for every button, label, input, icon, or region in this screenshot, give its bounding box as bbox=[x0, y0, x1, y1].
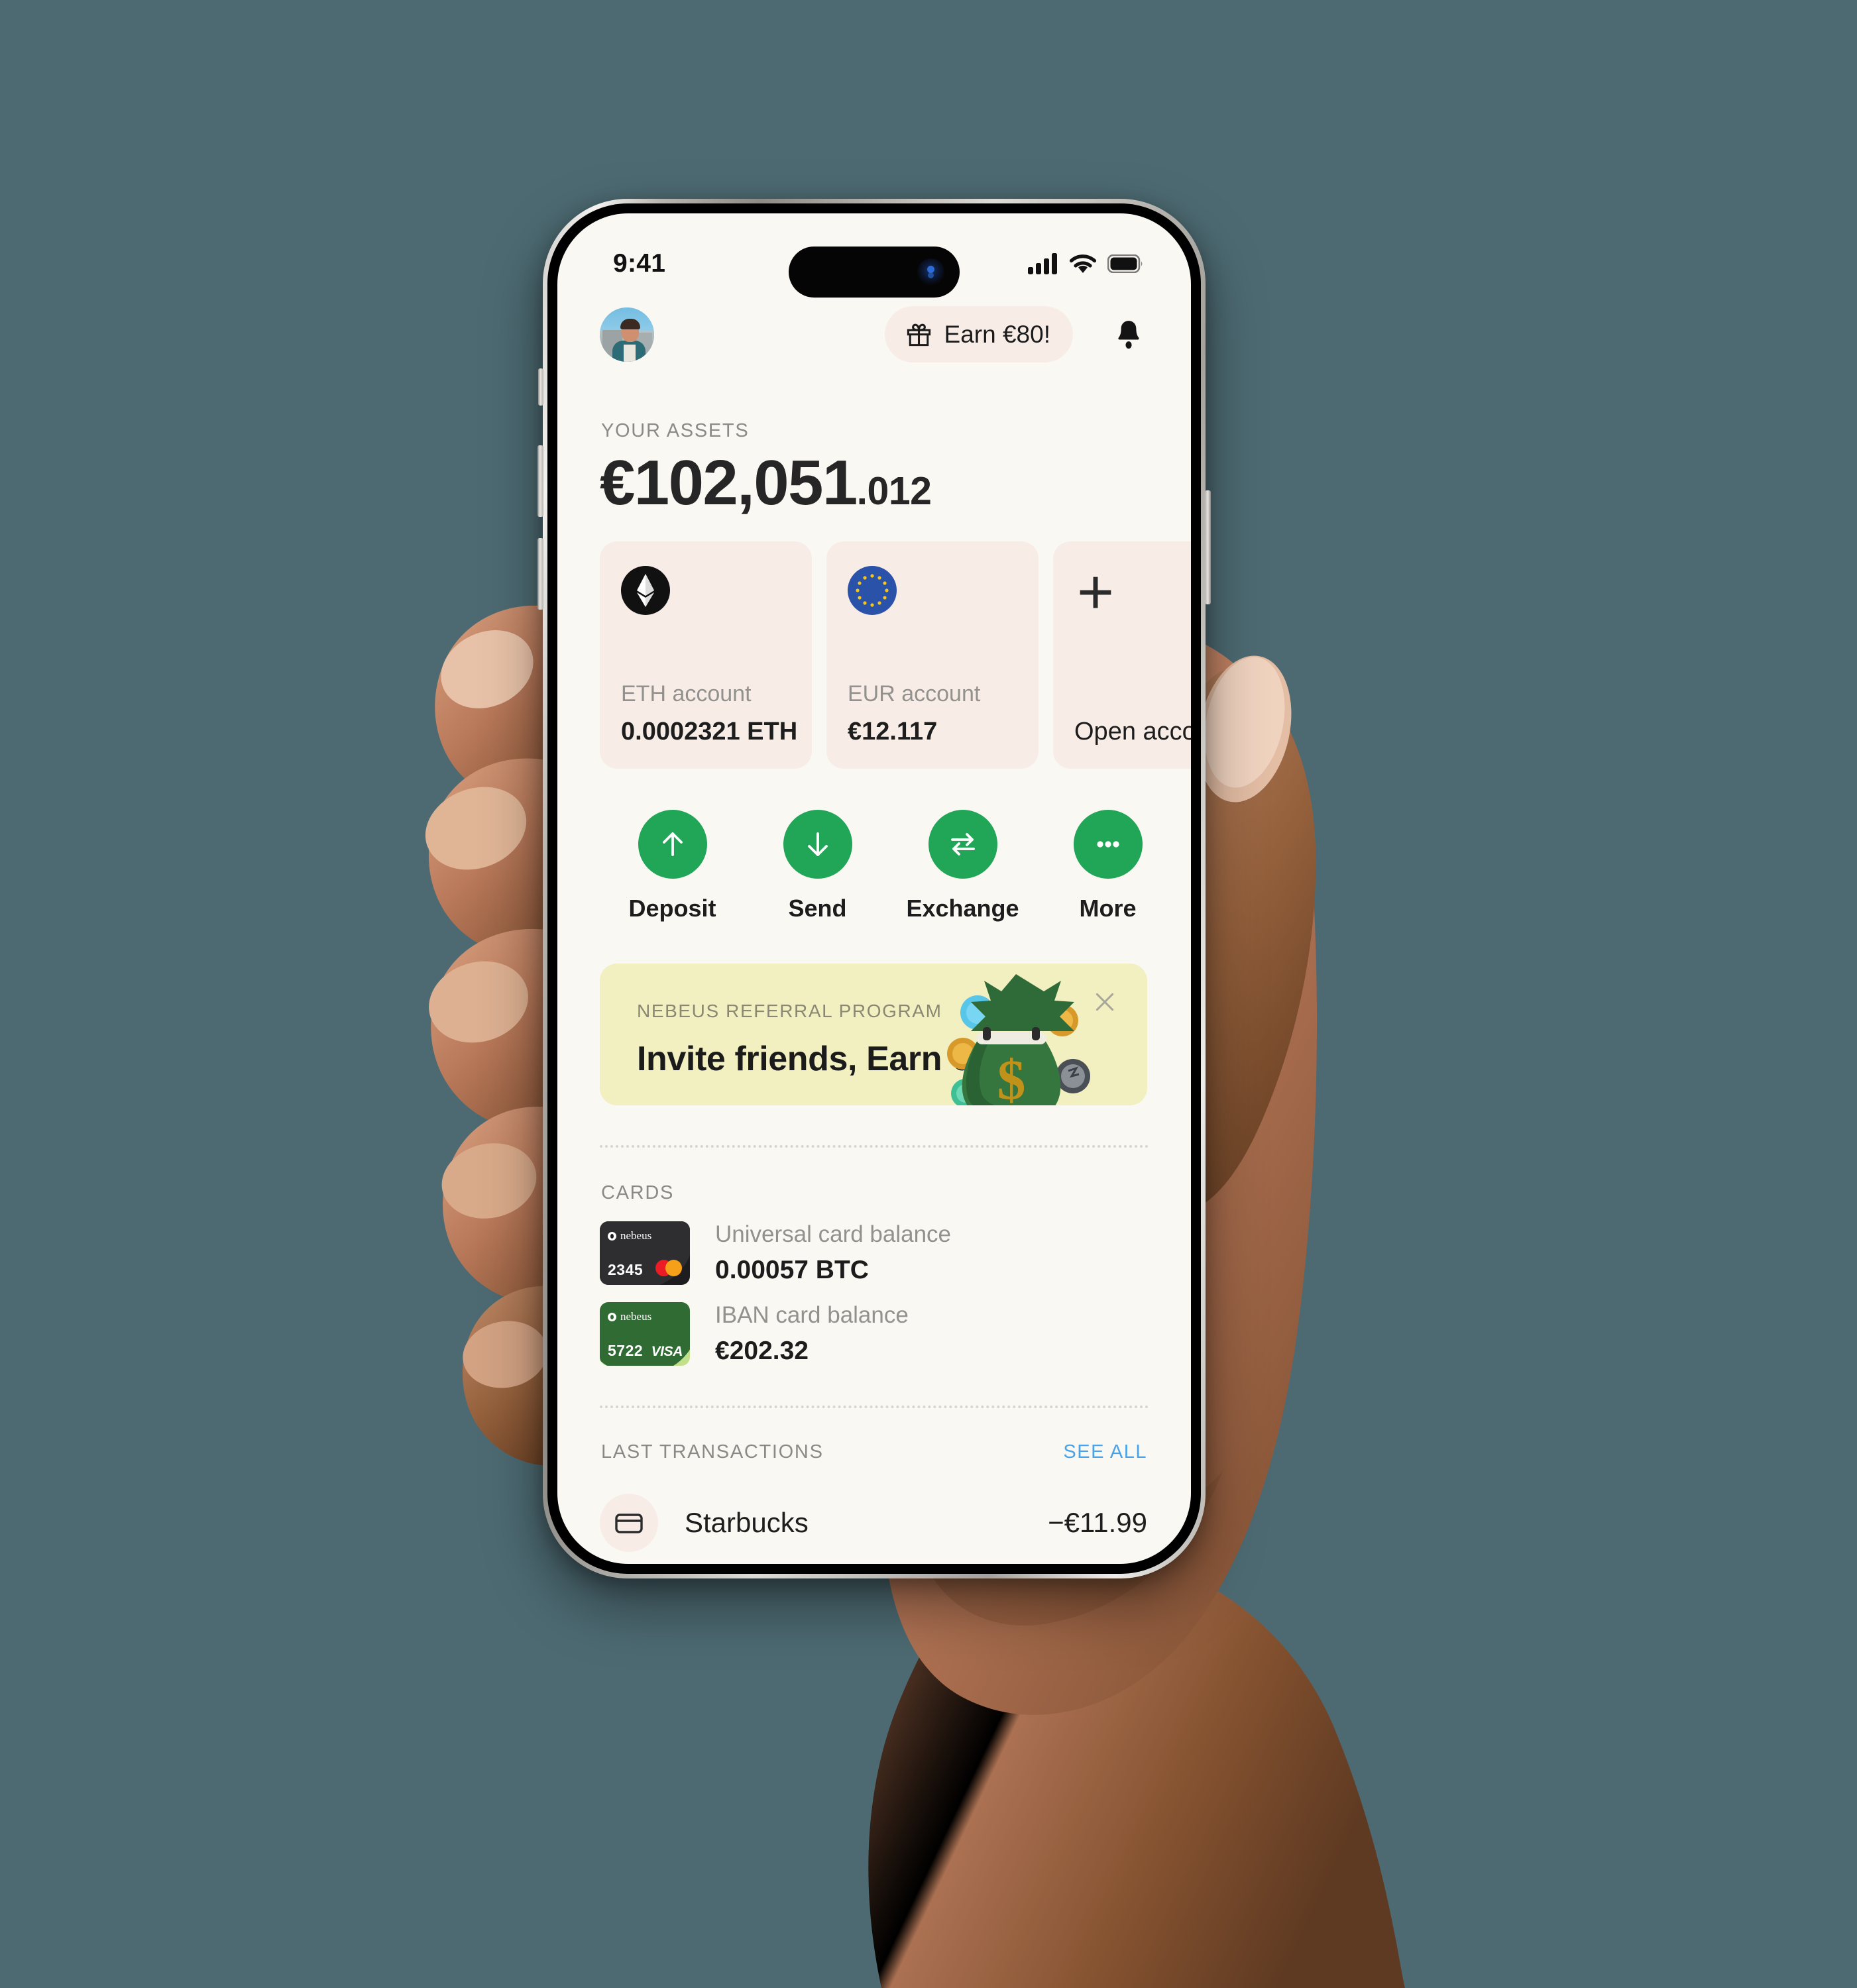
transaction-name: Starbucks bbox=[685, 1507, 809, 1538]
referral-banner[interactable]: NEBEUS REFERRAL PROGRAM Invite friends, … bbox=[600, 964, 1147, 1105]
front-camera-icon bbox=[917, 258, 944, 286]
more-label: More bbox=[1079, 895, 1137, 922]
earn-reward-button[interactable]: Earn €80! bbox=[884, 306, 1073, 362]
notifications-button[interactable] bbox=[1110, 314, 1147, 355]
deposit-button[interactable]: Deposit bbox=[600, 810, 745, 922]
total-balance: €102,051 .012 bbox=[557, 442, 1191, 515]
account-card-eth[interactable]: ETH account 0.0002321 ETH bbox=[600, 541, 812, 769]
bell-icon bbox=[1118, 320, 1139, 349]
universal-card-thumbnail: nebeus 2345 bbox=[600, 1221, 690, 1285]
accounts-carousel[interactable]: ETH account 0.0002321 ETH EUR account €1… bbox=[557, 515, 1191, 769]
balance-decimals: .012 bbox=[856, 469, 932, 513]
account-name: ETH account bbox=[621, 681, 752, 706]
avatar[interactable] bbox=[600, 307, 654, 362]
transaction-amount: −€11.99 bbox=[1048, 1507, 1147, 1538]
quick-actions: Deposit Send Exchange More bbox=[557, 769, 1191, 922]
signal-bars-icon bbox=[1028, 253, 1057, 274]
exchange-label: Exchange bbox=[906, 895, 1019, 922]
iban-card-thumbnail: nebeus 5722 VISA bbox=[600, 1302, 690, 1366]
card-last4: 2345 bbox=[608, 1261, 644, 1278]
card-balance-amount: €202.32 bbox=[715, 1337, 809, 1365]
arrow-down-icon bbox=[807, 832, 828, 856]
deposit-label: Deposit bbox=[628, 895, 716, 922]
swap-arrows-icon bbox=[950, 833, 975, 856]
transactions-section-header: LAST TRANSACTIONS SEE ALL bbox=[557, 1408, 1191, 1463]
mastercard-icon bbox=[655, 1260, 682, 1276]
card-row-universal[interactable]: nebeus 2345 Universal card balance 0.000… bbox=[557, 1204, 1191, 1285]
send-label: Send bbox=[788, 895, 847, 922]
phone-device: 9:41 Earn €80! YOUR ASSETS €102,051 .012… bbox=[543, 199, 1206, 1578]
exchange-button[interactable]: Exchange bbox=[890, 810, 1035, 922]
transaction-row[interactable]: Starbucks −€11.99 bbox=[557, 1463, 1191, 1552]
power-button[interactable] bbox=[1205, 490, 1211, 604]
card-brand-label: nebeus bbox=[620, 1229, 652, 1242]
ellipsis-icon bbox=[1096, 841, 1119, 848]
open-account-label: Open account bbox=[1074, 718, 1191, 746]
cards-section-label: CARDS bbox=[601, 1182, 675, 1203]
visa-icon: VISA bbox=[651, 1344, 683, 1359]
assets-section-header: YOUR ASSETS bbox=[557, 379, 1191, 442]
send-button[interactable]: Send bbox=[745, 810, 890, 922]
deposit-button-circle bbox=[638, 810, 707, 879]
account-card-eur[interactable]: EUR account €12.117 bbox=[826, 541, 1039, 769]
battery-icon bbox=[1107, 254, 1143, 273]
card-last4: 5722 bbox=[608, 1342, 644, 1359]
balance-main: €102,051 bbox=[600, 447, 858, 518]
dynamic-island bbox=[789, 247, 960, 298]
more-button-circle bbox=[1073, 810, 1143, 879]
account-name: EUR account bbox=[848, 681, 981, 706]
plus-icon: + bbox=[1077, 557, 1115, 628]
ethereum-icon bbox=[621, 566, 670, 615]
silent-switch[interactable] bbox=[538, 368, 543, 406]
main-content: YOUR ASSETS €102,051 .012 ETH account 0.… bbox=[557, 379, 1191, 1552]
status-clock: 9:41 bbox=[613, 249, 666, 278]
card-balance-title: Universal card balance bbox=[715, 1221, 952, 1247]
app-header: Earn €80! bbox=[557, 306, 1191, 362]
money-bag-icon: $ bbox=[947, 974, 1090, 1105]
send-button-circle bbox=[783, 810, 852, 879]
gift-icon bbox=[907, 323, 930, 347]
exchange-button-circle bbox=[928, 810, 997, 879]
transaction-icon-wrapper bbox=[600, 1494, 658, 1552]
account-value: 0.0002321 ETH bbox=[621, 718, 798, 746]
phone-screen: 9:41 Earn €80! YOUR ASSETS €102,051 .012… bbox=[557, 213, 1191, 1564]
card-brand-label: nebeus bbox=[620, 1310, 652, 1323]
arrow-up-icon bbox=[662, 832, 683, 856]
wifi-icon bbox=[1069, 254, 1097, 273]
card-balance-title: IBAN card balance bbox=[715, 1302, 909, 1328]
card-row-iban[interactable]: nebeus 5722 VISA IBAN card balance €202.… bbox=[557, 1285, 1191, 1366]
cards-section-header: CARDS bbox=[557, 1148, 1191, 1204]
card-balance-amount: 0.00057 BTC bbox=[715, 1256, 869, 1284]
assets-section-label: YOUR ASSETS bbox=[601, 420, 750, 441]
volume-down-button[interactable] bbox=[537, 538, 543, 610]
euro-flag-icon bbox=[848, 566, 897, 615]
volume-up-button[interactable] bbox=[537, 445, 543, 517]
earn-reward-label: Earn €80! bbox=[944, 320, 1050, 348]
see-all-link[interactable]: SEE ALL bbox=[1063, 1441, 1147, 1463]
more-button[interactable]: More bbox=[1035, 810, 1180, 922]
card-icon bbox=[615, 1514, 643, 1533]
transactions-section-label: LAST TRANSACTIONS bbox=[601, 1441, 824, 1463]
phone-bezel: 9:41 Earn €80! YOUR ASSETS €102,051 .012… bbox=[547, 203, 1201, 1574]
account-card-open-new[interactable]: + Open account bbox=[1053, 541, 1191, 769]
account-value: €12.117 bbox=[848, 718, 938, 746]
svg-text:$: $ bbox=[997, 1048, 1026, 1105]
